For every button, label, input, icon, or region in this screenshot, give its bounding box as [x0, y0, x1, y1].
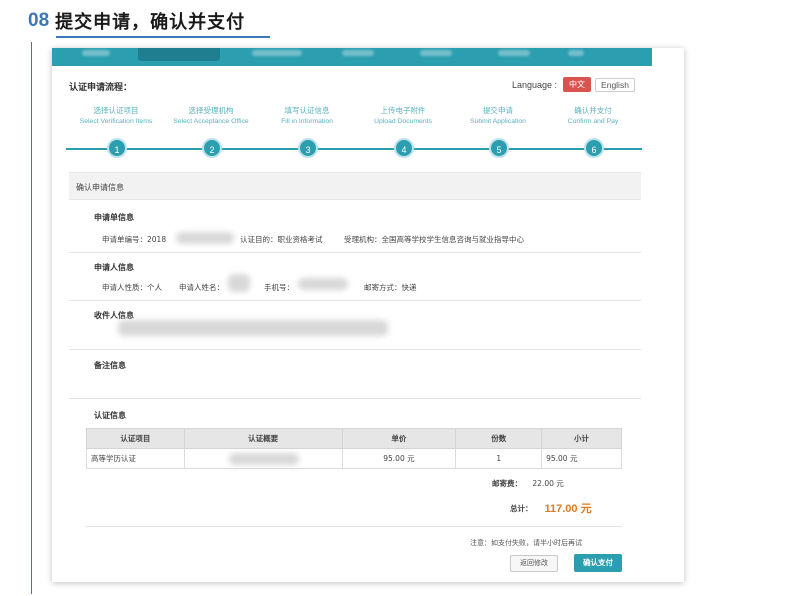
cell-subtotal: 95.00 元 — [541, 448, 622, 469]
application-purpose: 认证目的：职业资格考试 — [240, 235, 323, 244]
step-2: 选择受理机构 Select Acceptance Office 2 — [161, 106, 261, 158]
section-title: 确认申请信息 — [76, 183, 124, 192]
language-switcher: Language : 中文 English — [512, 77, 635, 92]
col-header: 认证概要 — [183, 428, 343, 449]
cell-qty: 1 — [455, 448, 543, 469]
step-1: 选择认证项目 Select Verification Items 1 — [66, 106, 166, 158]
postage-value: 22.00 元 — [532, 479, 564, 488]
nav-item-blurred[interactable] — [252, 50, 302, 56]
redacted-recipient-info — [118, 320, 388, 336]
nav-item-blurred[interactable] — [342, 50, 374, 56]
progress-steps: 选择认证项目 Select Verification Items 1 选择受理机… — [66, 106, 642, 162]
redacted-summary — [228, 452, 299, 465]
application-number: 申请单编号：2018 — [102, 235, 167, 244]
col-header: 单价 — [341, 428, 457, 449]
step-5: 提交申请 Submit Application 5 — [448, 106, 548, 158]
nav-item-blurred[interactable] — [420, 50, 452, 56]
cell-item: 高等学历认证 — [86, 448, 185, 469]
step-circle: 2 — [202, 138, 222, 158]
step-label-zh: 确认并支付 — [574, 106, 612, 115]
applicant-type: 申请人性质：个人 — [102, 283, 162, 292]
applicant-name-label: 申请人姓名： — [179, 283, 224, 292]
application-info-title: 申请单信息 — [94, 213, 134, 222]
step-circle: 6 — [584, 138, 604, 158]
step-label-en: Select Verification Items — [79, 118, 153, 125]
nav-item-active[interactable] — [138, 48, 220, 61]
cell-summary — [183, 448, 343, 469]
divider — [69, 349, 641, 350]
postage-line: 邮寄费： 22.00 元 — [492, 478, 564, 489]
step-6: 确认并支付 Confirm and Pay 6 — [543, 106, 643, 158]
left-accent-rule — [31, 42, 32, 594]
back-edit-button[interactable]: 返回修改 — [510, 555, 558, 572]
top-navigation-bar — [52, 48, 652, 66]
step-number: 08 — [28, 10, 50, 31]
redacted-applicant-name — [228, 274, 250, 292]
col-header: 小计 — [541, 428, 622, 449]
total-line: 总计： 117.00 元 — [510, 500, 592, 516]
col-header: 份数 — [455, 428, 543, 449]
step-label-zh: 选择认证项目 — [93, 106, 139, 115]
redacted-phone — [298, 278, 348, 290]
certification-info-title: 认证信息 — [94, 411, 126, 420]
mail-method: 邮寄方式：快递 — [364, 283, 417, 292]
step-label-en: Confirm and Pay — [567, 118, 619, 125]
step-circle: 3 — [298, 138, 318, 158]
redacted-application-number — [176, 232, 234, 244]
heading-underline — [56, 36, 270, 38]
confirm-pay-button[interactable]: 确认支付 — [574, 554, 622, 572]
step-label-en: Fill in Information — [281, 118, 333, 125]
remarks-title: 备注信息 — [94, 361, 126, 370]
total-amount: 117.00 元 — [544, 503, 592, 515]
nav-item-blurred[interactable] — [568, 50, 584, 56]
cell-price: 95.00 元 — [341, 448, 457, 469]
article-step-heading: 08 提交申请，确认并支付 — [28, 6, 245, 36]
step-circle: 1 — [107, 138, 127, 158]
step-4: 上传电子附件 Upload Documents 4 — [353, 106, 453, 158]
step-label-zh: 提交申请 — [483, 106, 513, 115]
progress-line — [66, 148, 642, 150]
step-circle: 5 — [489, 138, 509, 158]
step-3: 填写认证信息 Fill in Information 3 — [257, 106, 357, 158]
payment-note: 注意：如支付失败，请半小时后再试 — [470, 539, 582, 547]
divider — [69, 398, 641, 399]
lang-chinese-button[interactable]: 中文 — [563, 77, 592, 92]
nav-item-blurred[interactable] — [498, 50, 530, 56]
language-label: Language : — [512, 79, 558, 90]
step-circle: 4 — [394, 138, 414, 158]
applicant-info-title: 申请人信息 — [94, 263, 134, 272]
screenshot-frame: 认证申请流程： Language : 中文 English 选择认证项目 Sel… — [52, 48, 684, 582]
divider — [86, 526, 622, 527]
step-label-en: Select Acceptance Office — [173, 118, 249, 125]
lang-english-button[interactable]: English — [595, 77, 635, 92]
total-label: 总计： — [510, 503, 533, 513]
certification-table: 认证项目 认证概要 单价 份数 小计 高等学历认证 95.00 元 1 95.0… — [86, 428, 622, 469]
table-row: 高等学历认证 95.00 元 1 95.00 元 — [86, 448, 622, 469]
step-label-zh: 选择受理机构 — [188, 106, 234, 115]
col-header: 认证项目 — [86, 428, 185, 449]
divider — [69, 300, 641, 301]
section-header: 确认申请信息 — [69, 172, 641, 200]
step-label-zh: 填写认证信息 — [284, 106, 330, 115]
postage-label: 邮寄费： — [492, 479, 522, 488]
step-title: 提交申请，确认并支付 — [55, 12, 246, 33]
divider — [69, 252, 641, 253]
step-label-en: Submit Application — [470, 118, 526, 125]
step-label-zh: 上传电子附件 — [380, 106, 426, 115]
nav-item-blurred[interactable] — [82, 50, 110, 56]
flow-title: 认证申请流程： — [69, 83, 133, 93]
table-header-row: 认证项目 认证概要 单价 份数 小计 — [86, 428, 622, 449]
acceptance-office: 受理机构：全国高等学校学生信息咨询与就业指导中心 — [344, 235, 524, 244]
step-label-en: Upload Documents — [374, 118, 432, 125]
phone-label: 手机号： — [264, 283, 294, 292]
